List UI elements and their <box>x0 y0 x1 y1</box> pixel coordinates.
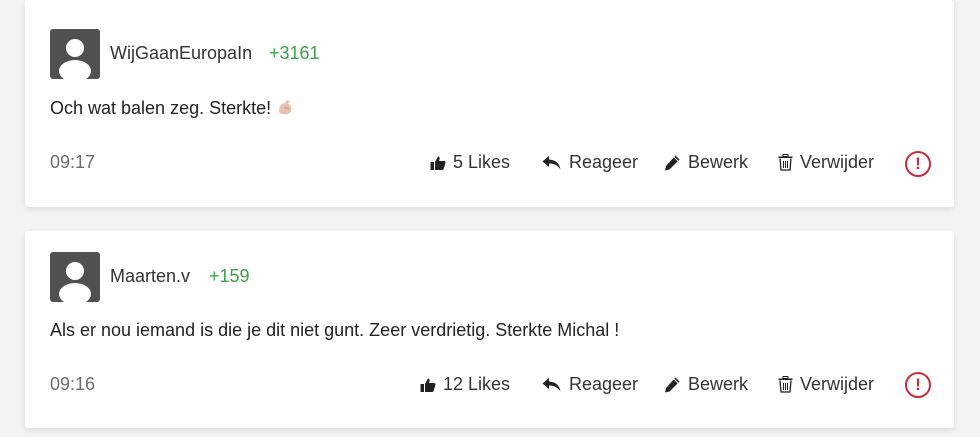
avatar[interactable] <box>50 29 100 79</box>
exclamation-icon: ! <box>915 375 921 394</box>
like-button[interactable]: 5 Likes <box>430 152 510 173</box>
report-button[interactable]: ! <box>905 151 931 177</box>
edit-button[interactable]: Bewerk <box>664 152 748 173</box>
reply-button[interactable]: Reageer <box>542 152 638 173</box>
flexed-biceps-icon <box>275 97 295 122</box>
reply-label: Reageer <box>569 152 639 172</box>
exclamation-icon: ! <box>915 154 921 173</box>
comment-card: Maarten.v +159 Als er nou iemand is die … <box>25 231 954 428</box>
likes-count: 5 Likes <box>453 152 511 172</box>
delete-button[interactable]: Verwijder <box>778 374 874 395</box>
pencil-icon <box>664 154 681 171</box>
reply-button[interactable]: Reageer <box>542 374 638 395</box>
delete-button[interactable]: Verwijder <box>778 152 874 173</box>
thumbs-up-icon <box>430 155 446 171</box>
trash-icon <box>778 154 793 171</box>
edit-label: Bewerk <box>688 152 749 172</box>
comment-text: Och wat balen zeg. Sterkte! <box>50 97 295 122</box>
comment-card: WijGaanEuropaIn +3161 Och wat balen zeg.… <box>25 0 954 207</box>
user-silhouette-icon <box>59 262 91 302</box>
comment-time: 09:17 <box>50 152 96 172</box>
edit-button[interactable]: Bewerk <box>664 374 748 395</box>
thumbs-up-icon <box>420 377 436 393</box>
user-points: +3161 <box>269 43 320 63</box>
delete-label: Verwijder <box>800 152 875 172</box>
trash-icon <box>778 376 793 393</box>
report-button[interactable]: ! <box>905 372 931 398</box>
user-points: +159 <box>209 266 250 286</box>
comment-text: Als er nou iemand is die je dit niet gun… <box>50 320 620 340</box>
username[interactable]: Maarten.v <box>110 266 190 287</box>
comment-time: 09:16 <box>50 374 96 394</box>
reply-label: Reageer <box>569 374 639 394</box>
pencil-icon <box>664 376 681 393</box>
comment-body: Och wat balen zeg. Sterkte! <box>50 98 272 118</box>
user-silhouette-icon <box>59 39 91 79</box>
username[interactable]: WijGaanEuropaIn <box>110 43 252 64</box>
delete-label: Verwijder <box>800 374 875 394</box>
reply-arrow-icon <box>542 377 562 393</box>
edit-label: Bewerk <box>688 374 749 394</box>
like-button[interactable]: 12 Likes <box>420 374 510 395</box>
reply-arrow-icon <box>542 155 562 171</box>
likes-count: 12 Likes <box>443 374 511 394</box>
avatar[interactable] <box>50 252 100 302</box>
